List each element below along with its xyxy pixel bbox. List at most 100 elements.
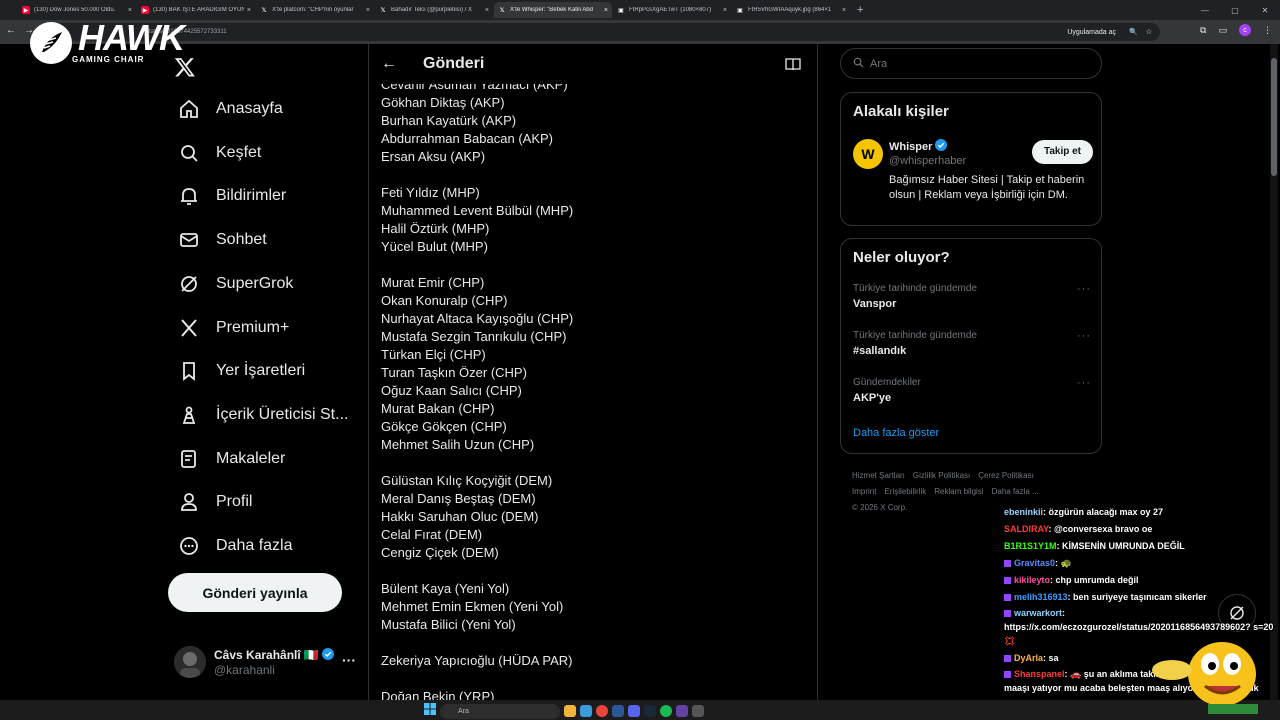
youtube-icon: ▶ <box>22 6 30 14</box>
nav-item-bookmark[interactable]: Yer İşaretleri <box>168 351 315 391</box>
nav-item-bell[interactable]: Bildirimler <box>168 176 296 216</box>
nav-item-creator-studio[interactable]: İçerik Üreticisi St... <box>168 395 358 435</box>
edge-icon[interactable] <box>580 705 592 717</box>
reader-mode-icon[interactable] <box>785 57 801 76</box>
post-line: Nurhayat Altaca Kayışoğlu (CHP) <box>381 311 574 326</box>
star-icon[interactable]: ☆ <box>1146 28 1152 36</box>
nav-item-more-circle[interactable]: Daha fazla <box>168 526 303 566</box>
post-line <box>381 454 801 472</box>
chrome-icon[interactable] <box>596 705 608 717</box>
obs-icon[interactable] <box>676 705 688 717</box>
browser-tab[interactable]: ▣ FtR5VhGWIAAquyk.jpg (864×1 × <box>732 2 850 18</box>
zoom-icon[interactable]: 🔍 <box>1129 28 1138 36</box>
post-line: Gülüstan Kılıç Koçyiğit (DEM) <box>381 473 553 488</box>
nav-item-profile[interactable]: Profil <box>168 482 262 522</box>
menu-icon[interactable]: ⋮ <box>1263 25 1272 36</box>
profile-avatar[interactable]: c <box>1239 24 1251 36</box>
close-tab-icon[interactable]: × <box>366 7 370 14</box>
trend-more-icon[interactable]: ··· <box>1077 377 1091 389</box>
trend-item[interactable]: Türkiye tarihinde gündemde #sallandık ··· <box>853 330 1091 357</box>
post-line: Burhan Kayatürk (AKP) <box>381 113 517 128</box>
app-icon[interactable] <box>692 705 704 717</box>
maximize-icon[interactable]: ▢ <box>1220 6 1250 15</box>
trend-name: Vanspor <box>853 298 897 310</box>
trend-item[interactable]: Türkiye tarihinde gündemde Vanspor ··· <box>853 283 1091 310</box>
taskbar-search[interactable]: Ara <box>440 703 560 719</box>
post-line: Mehmet Emin Ekmen (Yeni Yol) <box>381 599 564 614</box>
profile-icon <box>178 491 200 513</box>
app-icon[interactable] <box>612 705 624 717</box>
address-bar[interactable]: status/2019074425572733311 <box>40 23 1160 41</box>
feather-icon <box>30 22 72 64</box>
chat-message: SALDIRAY: @conversexa bravo oe <box>1004 521 1274 538</box>
search-input[interactable]: Ara <box>840 48 1102 79</box>
chat-badge-icon <box>1004 594 1011 602</box>
nav-item-search[interactable]: Keşfet <box>168 133 271 173</box>
windows-start-icon[interactable] <box>424 702 436 720</box>
open-in-app-chip[interactable]: Uygulamada aç <box>1062 26 1121 38</box>
close-tab-icon[interactable]: × <box>128 7 132 14</box>
follow-button[interactable]: Takip et <box>1031 140 1093 164</box>
post-line: Mehmet Salih Uzun (CHP) <box>381 437 535 452</box>
footer-link[interactable]: Gizlilik Politikası <box>913 471 970 480</box>
trend-context: Türkiye tarihinde gündemde <box>853 330 977 341</box>
back-arrow-icon[interactable]: ← <box>381 55 403 73</box>
stream-sponsor-logo: HAWK GAMING CHAIR <box>30 16 185 64</box>
browser-tab[interactable]: ▣ FtRpPcsXgAETwT (1080×807) × <box>613 2 731 18</box>
browser-tab[interactable]: 𝕏 Bahadır Telci (@purplebisi) / X × <box>375 2 493 18</box>
bell-icon <box>178 185 200 207</box>
minimize-icon[interactable]: — <box>1190 6 1220 15</box>
close-tab-icon[interactable]: × <box>485 7 489 14</box>
browser-tab[interactable]: 𝕏 X'te platcom: "CHP'nin oyunlar × <box>256 2 374 18</box>
nav-item-label: Yer İşaretleri <box>216 362 306 380</box>
nav-item-grok[interactable]: SuperGrok <box>168 264 303 304</box>
related-bio: Bağımsız Haber Sitesi | Takip et haberin… <box>889 174 1085 201</box>
post-line: Meral Danış Beştaş (DEM) <box>381 491 536 506</box>
close-tab-icon[interactable]: × <box>604 7 608 14</box>
windows-taskbar: Ara <box>0 700 1280 720</box>
spotify-icon[interactable] <box>660 705 672 717</box>
more-dots-icon[interactable]: ··· <box>342 652 356 668</box>
trend-more-icon[interactable]: ··· <box>1077 283 1091 295</box>
close-tab-icon[interactable]: × <box>247 7 251 14</box>
account-flag: 🇮🇹 <box>303 648 319 662</box>
post-line: Halil Öztürk (MHP) <box>381 221 490 236</box>
steam-icon[interactable] <box>644 705 656 717</box>
footer-link[interactable]: Imprint <box>852 487 876 496</box>
chat-username: Gravitas0 <box>1014 558 1056 568</box>
browser-tab[interactable]: 𝕏 X'te Whisper: "Bebek Katili Abd × <box>494 2 612 18</box>
close-window-icon[interactable]: ✕ <box>1250 6 1280 15</box>
footer-link[interactable]: Hizmet Şartları <box>852 471 905 480</box>
show-more-link[interactable]: Daha fazla göster <box>853 427 939 439</box>
chat-text: : 🐢 <box>1055 558 1072 568</box>
footer-link[interactable]: Daha fazla ... <box>992 487 1039 496</box>
post-line: Gökçe Gökçen (CHP) <box>381 419 507 434</box>
brand-name: HAWK <box>78 16 185 58</box>
nav-item-x-premium[interactable]: Premium+ <box>168 308 299 348</box>
account-switcher[interactable]: Câvs Karahânlî 🇮🇹 @karahanli ··· <box>174 642 364 682</box>
trend-item[interactable]: Gündemdekiler AKP'ye ··· <box>853 377 1091 404</box>
nav-item-home[interactable]: Anasayfa <box>168 89 293 129</box>
close-tab-icon[interactable]: × <box>842 7 846 14</box>
browser-tab[interactable]: ▶ (130) BAK İŞTE ARADIĞIM OYUN × <box>137 2 255 18</box>
chat-badge-icon <box>1004 610 1011 618</box>
footer-link[interactable]: Reklam bilgisi <box>934 487 983 496</box>
browser-tab[interactable]: ▶ (130) Dow Jones 50.000 Oldu. × <box>18 2 136 18</box>
search-placeholder: Ara <box>870 57 888 70</box>
nav-item-articles[interactable]: Makaleler <box>168 439 295 479</box>
scrollbar-thumb[interactable] <box>1271 58 1277 176</box>
discord-icon[interactable] <box>628 705 640 717</box>
sidebar-icon[interactable]: ▭ <box>1218 25 1227 36</box>
footer-link[interactable]: Çerez Politikası <box>978 471 1034 480</box>
close-tab-icon[interactable]: × <box>723 7 727 14</box>
x-icon: 𝕏 <box>499 7 505 14</box>
new-tab-icon[interactable]: + <box>851 4 863 16</box>
nav-item-mail[interactable]: Sohbet <box>168 220 277 260</box>
post-button[interactable]: Gönderi yayınla <box>168 573 342 612</box>
trend-more-icon[interactable]: ··· <box>1077 330 1091 342</box>
footer-link[interactable]: Erişilebilirlik <box>884 487 926 496</box>
extensions-icon[interactable]: ⧉ <box>1200 25 1206 36</box>
file-explorer-icon[interactable] <box>564 705 576 717</box>
x-icon: 𝕏 <box>380 7 386 14</box>
nav-item-label: Profil <box>216 493 253 511</box>
